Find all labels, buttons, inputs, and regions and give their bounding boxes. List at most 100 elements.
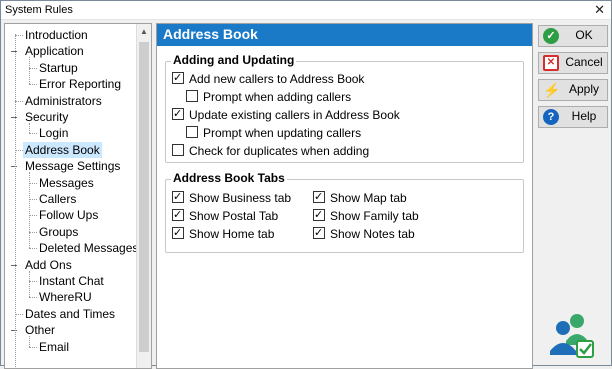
checkbox-label: Check for duplicates when adding <box>189 144 370 158</box>
checkbox-box[interactable] <box>172 106 184 122</box>
tree-connector <box>29 231 37 233</box>
checkbox-label: Update existing callers in Address Book <box>189 108 400 122</box>
tree-connector <box>29 297 37 299</box>
close-icon[interactable]: ✕ <box>594 2 605 18</box>
prompt-updating-checkbox[interactable]: Prompt when updating callers <box>186 125 361 141</box>
tree-item-startup[interactable]: Startup <box>37 60 80 76</box>
checkbox-box[interactable] <box>172 207 184 223</box>
tree-connector <box>15 100 23 102</box>
adding-updating-group: Adding and Updating Add new callers to A… <box>165 53 524 163</box>
group-title-tabs: Address Book Tabs <box>171 171 287 185</box>
tree-item-email[interactable]: Email <box>37 339 71 355</box>
tree-item-message-settings[interactable]: Message Settings <box>23 158 122 174</box>
tree-item-callers[interactable]: Callers <box>37 191 78 207</box>
tree-item-dates-and-times[interactable]: Dates and Times <box>23 306 117 322</box>
checkbox-box[interactable] <box>186 90 198 102</box>
checkbox-box[interactable] <box>172 144 184 156</box>
tree-item-introduction[interactable]: Introduction <box>23 27 90 43</box>
system-rules-window: System Rules ✕ Introduction Application St… <box>0 0 612 369</box>
tree-connector <box>29 248 37 250</box>
checkbox-box[interactable] <box>313 207 325 223</box>
checkbox-label: Show Notes tab <box>330 227 415 241</box>
show-family-tab-checkbox[interactable]: Show Family tab <box>313 207 419 224</box>
tree-item-application[interactable]: Application <box>23 43 86 59</box>
help-button[interactable]: ? Help <box>538 106 608 128</box>
collapse-minus-icon[interactable] <box>11 264 17 266</box>
checkbox-box[interactable] <box>313 225 325 241</box>
ok-label: OK <box>575 28 593 42</box>
tree-item-messages[interactable]: Messages <box>37 175 96 191</box>
tree-item-error-reporting[interactable]: Error Reporting <box>37 76 123 92</box>
cancel-x-icon: ✕ <box>543 55 559 71</box>
ok-button[interactable]: ✓ OK <box>538 25 608 47</box>
checkbox-label: Show Map tab <box>330 191 407 205</box>
tree-item-deleted-messages[interactable]: Deleted Messages <box>37 240 140 256</box>
show-postal-tab-checkbox[interactable]: Show Postal Tab <box>172 207 278 224</box>
tree-item-administrators[interactable]: Administrators <box>23 93 104 109</box>
checkbox-label: Show Business tab <box>189 191 292 205</box>
tree-child-line <box>29 270 30 298</box>
tree-item-add-ons[interactable]: Add Ons <box>23 257 74 273</box>
tree-child-line <box>29 336 30 347</box>
tree-scrollbar[interactable]: ▲ <box>136 24 151 368</box>
tree-child-line <box>29 123 30 134</box>
cancel-label: Cancel <box>565 55 603 69</box>
tree-connector <box>15 35 23 36</box>
tree-connector <box>29 199 37 200</box>
tree-item-address-book[interactable]: Address Book <box>23 141 102 158</box>
cancel-button[interactable]: ✕ Cancel <box>538 52 608 74</box>
collapse-minus-icon[interactable] <box>11 166 17 168</box>
show-home-tab-checkbox[interactable]: Show Home tab <box>172 225 275 242</box>
show-notes-tab-checkbox[interactable]: Show Notes tab <box>313 225 415 242</box>
tree-item-whereru[interactable]: WhereRU <box>37 289 94 305</box>
help-question-icon: ? <box>543 109 559 125</box>
lightning-icon: ⚡ <box>543 82 561 98</box>
checkbox-label: Show Family tab <box>330 209 419 223</box>
checkbox-box[interactable] <box>172 189 184 205</box>
tree-item-follow-ups[interactable]: Follow Ups <box>37 207 100 223</box>
collapse-minus-icon[interactable] <box>11 51 17 53</box>
tree-connector <box>29 67 37 69</box>
checkbox-label: Add new callers to Address Book <box>189 72 365 86</box>
prompt-adding-checkbox[interactable]: Prompt when adding callers <box>186 89 351 105</box>
check-duplicates-checkbox[interactable]: Check for duplicates when adding <box>172 143 369 159</box>
collapse-minus-icon[interactable] <box>11 330 17 332</box>
users-check-icon <box>550 314 594 358</box>
scroll-up-arrow-icon[interactable]: ▲ <box>137 24 151 40</box>
tree-connector <box>29 84 37 86</box>
show-business-tab-checkbox[interactable]: Show Business tab <box>172 189 292 206</box>
tree-item-security[interactable]: Security <box>23 109 70 125</box>
tree-connector <box>29 346 37 348</box>
check-circle-icon: ✓ <box>543 28 559 44</box>
tree-connector <box>29 215 37 217</box>
settings-tree: Introduction Application Startup Error Repo… <box>4 23 152 369</box>
checkbox-box[interactable] <box>186 126 198 138</box>
collapse-minus-icon[interactable] <box>11 117 17 118</box>
tree-item-login[interactable]: Login <box>37 125 70 141</box>
add-new-callers-checkbox[interactable]: Add new callers to Address Book <box>172 70 365 87</box>
tree-item-instant-chat[interactable]: Instant Chat <box>37 273 106 289</box>
tree-root-line <box>15 34 16 368</box>
tree-child-line <box>29 57 30 85</box>
scroll-thumb[interactable] <box>139 42 149 352</box>
apply-button[interactable]: ⚡ Apply <box>538 79 608 101</box>
show-map-tab-checkbox[interactable]: Show Map tab <box>313 189 407 206</box>
tree-connector <box>15 313 23 315</box>
apply-label: Apply <box>568 82 600 96</box>
checkbox-box[interactable] <box>172 225 184 241</box>
tree-item-groups[interactable]: Groups <box>37 224 80 240</box>
address-book-tabs-group: Address Book Tabs Show Business tab Show… <box>165 171 524 253</box>
checkbox-box[interactable] <box>172 70 184 86</box>
update-existing-checkbox[interactable]: Update existing callers in Address Book <box>172 106 400 123</box>
help-label: Help <box>571 109 597 123</box>
checkbox-box[interactable] <box>313 189 325 205</box>
panel-title: Address Book <box>163 26 258 42</box>
tree-child-line <box>29 172 30 249</box>
window-title: System Rules <box>5 4 73 16</box>
title-bar: System Rules ✕ <box>1 1 611 20</box>
tree-connector <box>29 281 37 282</box>
checkbox-label: Show Home tab <box>189 227 275 241</box>
address-book-panel: Address Book Adding and Updating Add new… <box>156 23 533 369</box>
checkbox-label: Prompt when updating callers <box>203 126 362 140</box>
group-title-adding: Adding and Updating <box>171 53 297 67</box>
